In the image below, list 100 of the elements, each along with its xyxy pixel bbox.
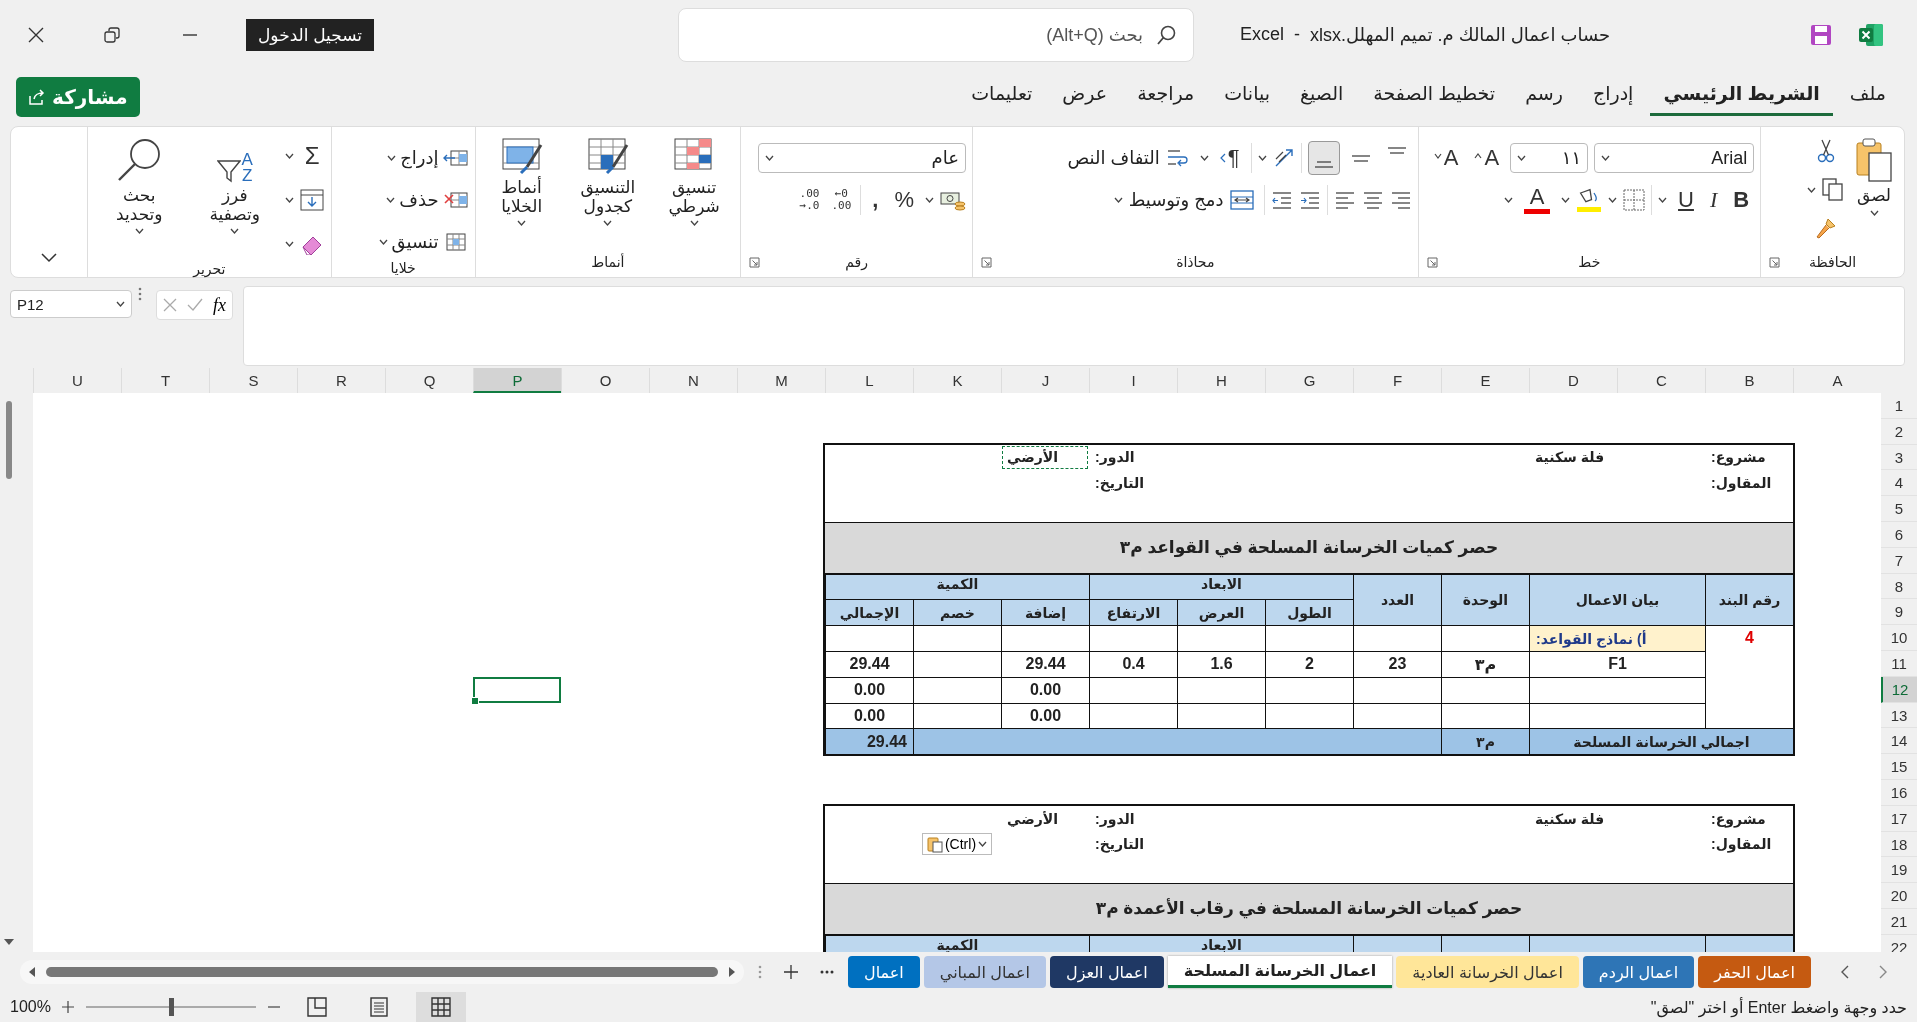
conditional-formatting-button[interactable]: تنسيق شرطي xyxy=(654,135,735,229)
sheet-tab[interactable]: اعمال الخرسانة العادية xyxy=(1396,956,1579,988)
formula-field[interactable] xyxy=(243,286,1905,366)
scrollbar-thumb[interactable] xyxy=(46,967,719,977)
fill-bucket-icon[interactable] xyxy=(1576,187,1603,213)
more-vertical-icon[interactable] xyxy=(138,286,142,302)
cells-menu-button[interactable]: إدراج xyxy=(378,141,469,175)
caret-icon xyxy=(1199,155,1209,161)
horizontal-scrollbar[interactable] xyxy=(20,960,745,984)
dialog-launcher-icon[interactable] xyxy=(981,257,992,268)
funnel-icon xyxy=(216,159,241,183)
sheet-tab[interactable]: اعمال العزل xyxy=(1050,956,1164,988)
align-center-icon[interactable] xyxy=(1361,189,1384,211)
dialog-launcher-icon[interactable] xyxy=(1769,257,1781,268)
check-icon[interactable] xyxy=(187,298,203,312)
find-select-button[interactable]: بحث وتحديد xyxy=(93,135,185,237)
scrollbar-thumb[interactable] xyxy=(6,401,12,479)
save-icon[interactable] xyxy=(1810,24,1833,46)
slider-thumb[interactable] xyxy=(169,998,174,1016)
share-button[interactable]: مشاركة xyxy=(16,77,140,117)
font-size-field[interactable]: ١١ xyxy=(1510,143,1589,173)
more-horizontal-icon[interactable] xyxy=(820,970,835,974)
decrease-font-button[interactable]: A xyxy=(1428,141,1464,175)
align-button[interactable] xyxy=(1307,141,1340,175)
font-name-field[interactable]: Arial xyxy=(1594,143,1755,173)
increase-decimal-button[interactable]: ←0 .00 xyxy=(828,186,855,214)
menu-tab[interactable]: مراجعة xyxy=(1124,78,1208,116)
brush-icon[interactable] xyxy=(1814,217,1837,239)
table-cell: 0.4 xyxy=(1089,650,1177,677)
scissors-icon[interactable] xyxy=(1815,139,1836,163)
sheet-tab[interactable]: اعمال الردم xyxy=(1582,956,1695,988)
bold-button[interactable]: B xyxy=(1728,183,1755,217)
percent-button[interactable]: % xyxy=(889,183,919,217)
menu-tab[interactable]: بيانات xyxy=(1211,78,1283,116)
field-label: التاريخ: xyxy=(1094,835,1146,855)
cells-menu-button[interactable]: تنسيق xyxy=(378,225,469,259)
scroll-down-icon[interactable] xyxy=(3,938,15,946)
number-format-field[interactable]: عام xyxy=(758,143,966,173)
column-heading: الارتفاع xyxy=(1089,599,1177,626)
paste-button[interactable]: لصق xyxy=(1850,135,1898,218)
wrap-text-button[interactable]: التفاف النص xyxy=(1063,145,1194,171)
add-sheet-icon[interactable] xyxy=(784,965,799,979)
view-button[interactable] xyxy=(416,992,466,1022)
indent-icon[interactable] xyxy=(1298,189,1321,211)
scroll-right-icon[interactable] xyxy=(728,966,737,978)
column-header[interactable]: P xyxy=(473,368,561,393)
zoom-level[interactable]: 100% xyxy=(10,998,50,1016)
merge-center-button[interactable]: دمج وتوسيط xyxy=(1109,187,1258,213)
dialog-launcher-icon[interactable] xyxy=(1426,257,1438,268)
align-right-icon[interactable] xyxy=(1389,189,1412,211)
borders-icon[interactable] xyxy=(1623,189,1646,211)
sheet-tab[interactable]: اعمال الخرسانة المسلحة xyxy=(1167,956,1393,988)
more-vertical-icon[interactable] xyxy=(758,964,763,980)
menu-tab[interactable]: إدراج xyxy=(1579,78,1647,116)
chevron-left-icon[interactable] xyxy=(1841,965,1849,979)
cell-styles-button[interactable]: أنماط الخلايا xyxy=(481,135,562,229)
field-label: مشروع: xyxy=(1710,448,1767,468)
table-brush-icon xyxy=(586,137,629,175)
restore-icon[interactable] xyxy=(104,27,120,43)
sheet-tab[interactable]: اعمال xyxy=(848,956,920,988)
top-align-icon xyxy=(1386,147,1407,154)
copy-icon[interactable] xyxy=(1822,178,1844,202)
insert-function-button[interactable]: fx xyxy=(213,294,226,316)
menu-tab[interactable]: الشريط الرئيسي xyxy=(1650,78,1833,116)
autosum-button[interactable]: Σ xyxy=(299,139,325,173)
zoom-in-icon[interactable] xyxy=(62,1001,74,1013)
underline-button[interactable]: U xyxy=(1673,183,1699,217)
sign-in-button[interactable]: تسجيل الدخول xyxy=(246,19,375,51)
row-header[interactable]: 12 xyxy=(1881,676,1917,703)
cells-menu-button[interactable]: حذف xyxy=(378,183,469,217)
italic-button[interactable]: I xyxy=(1704,183,1723,217)
sheet-tab[interactable]: اعمال الحفر xyxy=(1698,956,1811,988)
comma-style-button[interactable]: , xyxy=(867,183,884,217)
close-icon[interactable] xyxy=(28,27,44,43)
decrease-decimal-button[interactable]: .00 →.0 xyxy=(796,186,823,214)
currency-icon[interactable] xyxy=(940,189,966,211)
text-direction-button[interactable]: ¶ xyxy=(1214,141,1245,175)
minimize-icon[interactable] xyxy=(182,33,198,37)
menu-tab[interactable]: تخطيط الصفحة xyxy=(1360,78,1509,116)
chevron-right-icon[interactable] xyxy=(1879,965,1887,979)
outdent-icon[interactable] xyxy=(1270,189,1293,211)
scroll-left-icon[interactable] xyxy=(28,966,36,978)
name-box[interactable]: P12 xyxy=(10,290,132,318)
menu-tab[interactable]: تعليمات xyxy=(958,78,1046,116)
menu-tab[interactable]: الصيغ xyxy=(1286,78,1357,116)
format-as-table-button[interactable]: التنسيق كجدول xyxy=(567,135,648,229)
dialog-launcher-icon[interactable] xyxy=(749,257,761,268)
menu-tab[interactable]: رسم xyxy=(1512,78,1576,116)
fill-down-icon[interactable] xyxy=(300,189,325,211)
font-color-button[interactable]: A xyxy=(1519,183,1556,217)
sheet-tab[interactable]: اعمال المباني xyxy=(923,956,1047,988)
increase-font-button[interactable]: A xyxy=(1469,141,1505,175)
align-left-icon[interactable] xyxy=(1333,189,1356,211)
table-cell: 0.00 xyxy=(1001,676,1089,703)
caret-icon xyxy=(925,197,934,203)
menu-tab[interactable]: عرض xyxy=(1049,78,1121,116)
search-field[interactable]: بحث (Alt+Q) xyxy=(678,8,1195,62)
collapse-ribbon-icon[interactable] xyxy=(40,253,57,263)
menu-tab[interactable]: ملف xyxy=(1836,78,1899,116)
paste-options-button[interactable]: (Ctrl) xyxy=(921,833,993,856)
